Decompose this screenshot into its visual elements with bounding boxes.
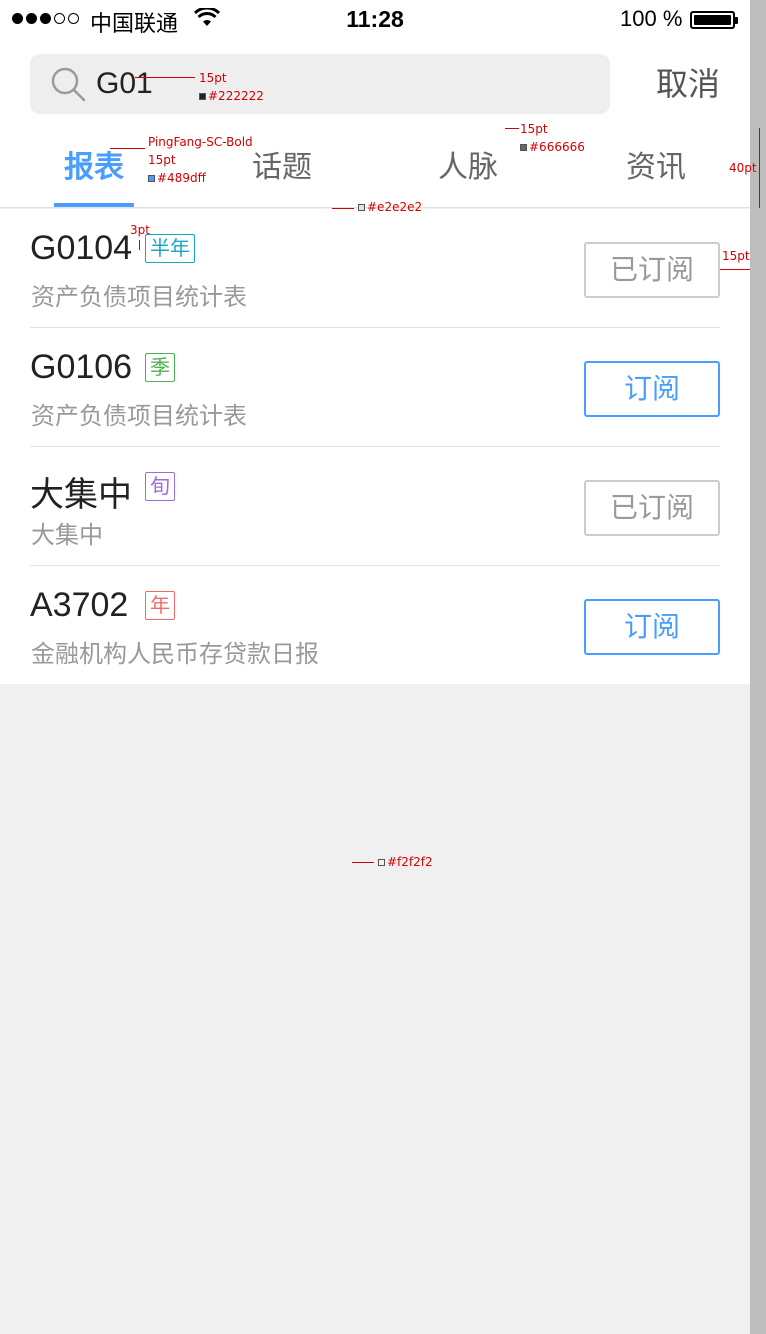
list-item[interactable]: G0104 半年 资产负债项目统计表 已订阅 (0, 209, 750, 328)
annotation-search-size: 15pt (199, 71, 227, 85)
search-box[interactable] (30, 54, 610, 114)
tab-news[interactable]: 资讯 (614, 128, 698, 208)
annotation-divider-color: #e2e2e2 (358, 200, 422, 214)
active-tab-indicator (54, 203, 134, 207)
status-bar: 中国联通 11:28 100 % (0, 0, 750, 40)
subscribe-button[interactable]: 订阅 (584, 599, 720, 655)
report-name: 资产负债项目统计表 (31, 283, 247, 311)
annotation-tabbar-height: 40pt (729, 161, 757, 175)
search-input[interactable] (96, 64, 576, 104)
annotation-tag-gap: 3pt (130, 223, 150, 237)
annotation-tab-font: PingFang-SC-Bold (148, 135, 253, 149)
report-code: 大集中 (30, 476, 132, 514)
annotation-search-color: #222222 (199, 89, 264, 103)
annotation-inactive-size: 15pt (520, 122, 548, 136)
report-name: 资产负债项目统计表 (31, 402, 247, 430)
report-list: G0104 半年 资产负债项目统计表 已订阅 G0106 季 资产负债项目统计表… (0, 209, 750, 684)
frequency-tag: 半年 (145, 234, 195, 263)
tab-reports[interactable]: 报表 (54, 128, 134, 208)
report-code: A3702 (30, 586, 129, 624)
report-code: G0104 (30, 229, 133, 267)
subscribed-button[interactable]: 已订阅 (584, 242, 720, 298)
annotation-tab-size: 15pt (148, 153, 176, 167)
subscribed-button[interactable]: 已订阅 (584, 480, 720, 536)
frequency-tag: 旬 (145, 472, 175, 501)
frequency-tag: 季 (145, 353, 175, 382)
annotation-tab-color: #489dff (148, 171, 206, 185)
list-item[interactable]: 大集中 旬 大集中 已订阅 (0, 447, 750, 566)
scrollbar[interactable] (750, 0, 766, 1334)
report-name: 金融机构人民币存贷款日报 (31, 640, 319, 668)
tab-bar: 报表 话题 人脉 资讯 (0, 128, 750, 208)
list-item[interactable]: A3702 年 金融机构人民币存贷款日报 订阅 (0, 566, 750, 685)
search-bar: 取消 (0, 40, 750, 128)
subscribe-button[interactable]: 订阅 (584, 361, 720, 417)
annotation-inactive-color: #666666 (520, 140, 585, 154)
frequency-tag: 年 (145, 591, 175, 620)
annotation-right-margin: 15pt (722, 249, 750, 263)
cancel-button[interactable]: 取消 (640, 62, 736, 106)
battery-icon (690, 11, 738, 29)
search-icon (50, 66, 86, 102)
report-name: 大集中 (31, 521, 103, 549)
tab-contacts[interactable]: 人脉 (426, 128, 510, 208)
annotation-bg-color: #f2f2f2 (378, 855, 433, 869)
list-item[interactable]: G0106 季 资产负债项目统计表 订阅 (0, 328, 750, 447)
report-code: G0106 (30, 348, 133, 386)
battery-percent: 100 % (620, 6, 683, 31)
